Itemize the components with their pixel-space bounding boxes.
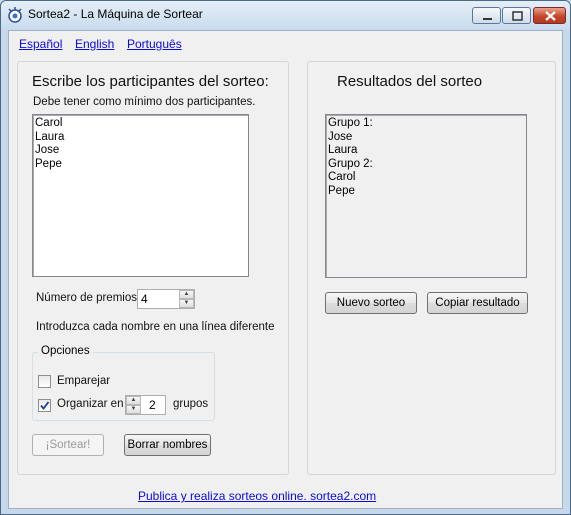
prizes-spin-buttons[interactable]: ▲ ▼ [179,290,194,308]
pair-checkbox[interactable] [38,375,51,388]
minimize-button[interactable] [472,7,501,24]
instruction-text: Introduzca cada nombre en una línea dife… [36,321,275,333]
options-title: Opciones [38,345,93,357]
groups-value: 2 [149,398,156,412]
prizes-value: 4 [141,292,148,306]
result-line: Pepe [328,184,355,197]
pair-label: Emparejar [57,375,111,387]
maximize-icon [512,11,523,21]
client-area: Español English Português Escribe los pa… [8,30,563,509]
results-panel: Resultados del sorteo Grupo 1: Jose Laur… [307,61,556,475]
language-link-portuguese[interactable]: Português [127,37,182,51]
spin-down-icon[interactable]: ▼ [126,405,141,414]
participants-panel: Escribe los participantes del sorteo: De… [17,61,289,475]
close-button[interactable] [533,7,566,24]
prizes-label: Número de premios: [36,292,141,304]
language-link-english[interactable]: English [75,37,114,51]
window-title: Sortea2 - La Máquina de Sortear [28,7,203,21]
organize-label: Organizar en [57,398,124,410]
result-line: Carol [328,171,356,183]
checkmark-icon [40,401,50,410]
copy-result-button[interactable]: Copiar resultado [427,292,528,314]
spin-up-icon[interactable]: ▲ [126,396,141,405]
result-line: Grupo 1: [328,117,373,129]
app-window: Sortea2 - La Máquina de Sortear Español … [0,0,571,515]
participant-line: Laura [35,130,65,143]
results-heading: Resultados del sorteo [337,73,483,90]
participant-line: Carol [35,117,63,129]
maximize-button[interactable] [502,7,531,24]
app-logo-icon [8,7,22,23]
results-textbox[interactable]: Grupo 1: Jose Laura Grupo 2: Carol Pepe [325,114,527,278]
title-bar[interactable]: Sortea2 - La Máquina de Sortear [1,1,570,29]
participants-hint: Debe tener como mínimo dos participantes… [33,96,256,108]
footer-link[interactable]: Publica y realiza sorteos online. sortea… [138,489,376,503]
new-draw-button[interactable]: Nuevo sorteo [325,292,417,314]
participants-textbox[interactable]: Carol Laura Jose Pepe [32,114,249,277]
organize-checkbox[interactable] [38,399,51,412]
spin-down-icon[interactable]: ▼ [179,299,194,308]
result-line: Laura [328,144,358,156]
close-icon [545,11,556,21]
minimize-icon [483,18,492,20]
options-groupbox: Opciones Emparejar Organizar en ▲ ▼ 2 gr… [32,345,215,421]
prizes-stepper[interactable]: 4 ▲ ▼ [137,289,195,309]
result-line: Jose [328,130,353,143]
spin-up-icon[interactable]: ▲ [179,290,194,299]
clear-names-button[interactable]: Borrar nombres [124,434,211,456]
participant-line: Pepe [35,157,62,170]
participants-heading: Escribe los participantes del sorteo: [32,73,269,90]
participant-line: Jose [35,144,60,156]
language-link-spanish[interactable]: Español [19,37,62,51]
draw-button[interactable]: ¡Sortear! [32,434,104,456]
groups-spin-buttons[interactable]: ▲ ▼ [126,396,141,414]
groups-label: grupos [173,398,209,410]
groups-stepper[interactable]: ▲ ▼ 2 [125,395,166,415]
result-line: Grupo 2: [328,157,373,170]
